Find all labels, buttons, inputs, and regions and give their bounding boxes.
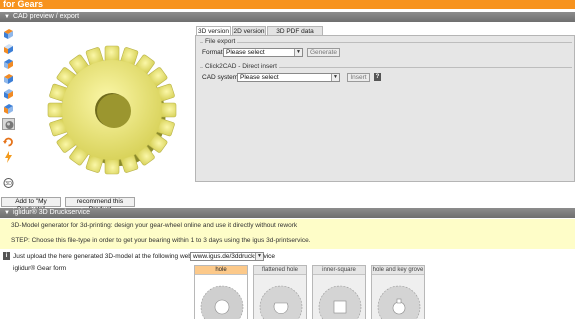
format-select[interactable]: Please select ▼ bbox=[223, 48, 303, 57]
flash-icon[interactable] bbox=[2, 151, 15, 163]
recommend-product-button[interactable]: recommend this Product bbox=[65, 197, 135, 213]
shaded-view-icon[interactable] bbox=[2, 118, 15, 130]
chevron-down-icon: ▼ bbox=[331, 74, 339, 81]
collapse-triangle-icon: ▼ bbox=[4, 210, 10, 216]
cad-section-header[interactable]: ▼ CAD preview / export bbox=[0, 12, 575, 22]
cad-section-title: CAD preview / export bbox=[12, 13, 80, 20]
chevron-down-icon: ▼ bbox=[255, 253, 263, 260]
rotate-icon[interactable] bbox=[2, 136, 15, 148]
druck-section-title: iglidur® 3D Druckservice bbox=[12, 209, 91, 216]
gear-form-option-hole-and-key-grove[interactable]: hole and key grove bbox=[371, 265, 425, 319]
upload-text: Just upload the here generated 3D-model … bbox=[13, 253, 204, 260]
view-toolbar: 3D bbox=[2, 28, 16, 198]
click2cad-legend: Click2CAD - Direct insert bbox=[203, 63, 279, 70]
info-line-description: 3D-Model generator for 3d-printing: desi… bbox=[11, 222, 298, 229]
file-export-group: File export Format: Please select ▼ Gene… bbox=[200, 38, 572, 60]
gear-form-option-label: flattened hole bbox=[254, 266, 306, 275]
gear-hole-icon bbox=[200, 285, 244, 319]
upload-row: i Just upload the here generated 3D-mode… bbox=[0, 250, 575, 262]
reset-view-icon[interactable]: 3D bbox=[2, 177, 15, 189]
help-icon[interactable]: ? bbox=[374, 73, 381, 81]
collapse-triangle-icon: ▼ bbox=[4, 14, 10, 20]
gear-form-option-label: hole bbox=[195, 266, 247, 275]
gear-form-label: iglidur® Gear form bbox=[13, 265, 67, 272]
format-label: Format: bbox=[202, 49, 225, 56]
insert-button[interactable]: Insert bbox=[347, 73, 370, 82]
gear-3d-preview[interactable] bbox=[18, 26, 194, 186]
gear-form-option-label: hole and key grove bbox=[372, 266, 424, 275]
gear-form-option-label: inner-square bbox=[313, 266, 365, 275]
click2cad-group: Click2CAD - Direct insert CAD system: Pl… bbox=[200, 63, 572, 85]
cad-system-select[interactable]: Please select ▼ bbox=[237, 73, 340, 82]
druck-info-panel: 3D-Model generator for 3d-printing: desi… bbox=[0, 219, 575, 249]
view-front-icon[interactable] bbox=[2, 43, 15, 55]
gear-flattened-hole-icon bbox=[259, 285, 303, 319]
add-to-my-products-button[interactable]: Add to "My Products" bbox=[1, 197, 61, 213]
gear-form-option-flattened-hole[interactable]: flattened hole bbox=[253, 265, 307, 319]
view-back-icon[interactable] bbox=[2, 103, 15, 115]
page-title: for Gears bbox=[0, 0, 575, 9]
printservice-url-select[interactable]: www.igus.de/3ddruckservice ▼ bbox=[190, 252, 275, 261]
gear-form-option-inner-square[interactable]: inner-square bbox=[312, 265, 366, 319]
gear-form-option-hole[interactable]: hole bbox=[194, 265, 248, 319]
chevron-down-icon: ▼ bbox=[294, 49, 302, 56]
cad-system-label: CAD system: bbox=[202, 74, 240, 81]
view-bottom-icon[interactable] bbox=[2, 88, 15, 100]
gear-hole-key-grove-icon bbox=[377, 285, 421, 319]
tab-content-3d-version: File export Format: Please select ▼ Gene… bbox=[195, 35, 575, 182]
svg-text:3D: 3D bbox=[5, 181, 12, 187]
info-icon: i bbox=[3, 252, 10, 260]
info-line-step: STEP: Choose this file-type in order to … bbox=[11, 237, 311, 244]
file-export-legend: File export bbox=[203, 38, 238, 45]
view-top-icon[interactable] bbox=[2, 73, 15, 85]
view-iso-icon[interactable] bbox=[2, 28, 15, 40]
druck-section-header[interactable]: ▼ iglidur® 3D Druckservice bbox=[0, 208, 575, 218]
view-side-icon[interactable] bbox=[2, 58, 15, 70]
generate-button[interactable]: Generate bbox=[307, 48, 340, 57]
gear-inner-square-icon bbox=[318, 285, 362, 319]
